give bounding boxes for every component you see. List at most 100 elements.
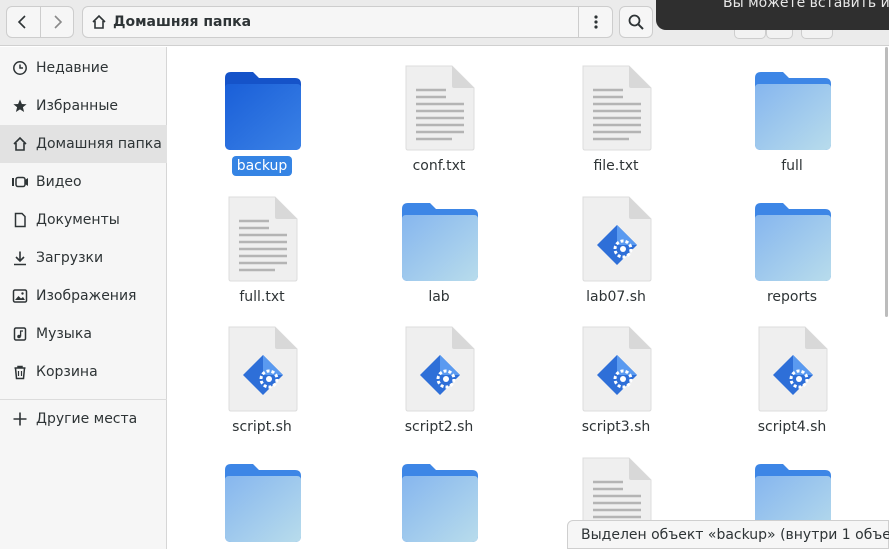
scrollbar[interactable] xyxy=(885,47,888,317)
back-button[interactable] xyxy=(7,7,40,37)
view-toggle-button[interactable] xyxy=(766,30,793,39)
script-file-icon xyxy=(223,325,303,413)
sidebar-item-documents[interactable]: Документы xyxy=(0,201,167,239)
sidebar-item-pictures[interactable]: Изображения xyxy=(0,277,167,315)
script-file-icon xyxy=(400,325,480,413)
file-item[interactable]: script.sh xyxy=(187,311,337,441)
notification-text: Вы можете вставить изоб xyxy=(723,0,889,11)
sidebar-item-other-places[interactable]: Другие места xyxy=(0,400,167,438)
text-file-icon xyxy=(577,64,657,152)
file-name: backup xyxy=(231,156,293,176)
star-icon xyxy=(10,96,30,116)
sidebar-item-home[interactable]: Домашняя папка xyxy=(0,125,167,163)
file-item[interactable]: script4.sh xyxy=(717,311,867,441)
file-name: reports xyxy=(766,289,818,305)
file-name-label: reports xyxy=(717,289,867,305)
home-icon xyxy=(92,14,106,29)
file-name: lab07.sh xyxy=(586,289,646,305)
path-home-button[interactable]: Домашняя папка xyxy=(83,7,578,37)
path-bar: Домашняя папка xyxy=(82,6,613,38)
sidebar-item-label: Документы xyxy=(36,212,120,228)
plus-icon xyxy=(10,409,30,429)
script-file-icon xyxy=(753,325,833,413)
file-name-label: lab07.sh xyxy=(541,289,691,305)
sidebar-item-starred[interactable]: Избранные xyxy=(0,87,167,125)
nav-buttons xyxy=(6,6,74,38)
video-icon xyxy=(10,172,30,192)
download-icon xyxy=(10,248,30,268)
file-item[interactable]: script2.sh xyxy=(364,311,514,441)
path-menu-button[interactable] xyxy=(578,7,612,37)
file-name: script4.sh xyxy=(757,419,827,435)
file-name: file.txt xyxy=(593,158,639,174)
sidebar-item-label: Корзина xyxy=(36,364,98,380)
music-icon xyxy=(10,324,30,344)
view-options-button[interactable] xyxy=(734,30,766,39)
main-menu-button[interactable] xyxy=(801,30,833,39)
script-file-icon xyxy=(577,195,657,283)
file-name-label: script4.sh xyxy=(717,419,867,435)
search-icon xyxy=(628,14,644,30)
file-item[interactable]: file.txt xyxy=(541,50,691,180)
notification-popup: Вы можете вставить изоб xyxy=(656,0,889,30)
sidebar-item-label: Недавние xyxy=(36,60,109,76)
folder-icon xyxy=(223,64,303,152)
sidebar-item-music[interactable]: Музыка xyxy=(0,315,167,353)
script-file-icon xyxy=(577,325,657,413)
file-name: script3.sh xyxy=(581,419,651,435)
file-name: full.txt xyxy=(239,289,285,305)
home-icon xyxy=(10,134,30,154)
file-item[interactable]: lab07.sh xyxy=(541,181,691,311)
sidebar-item-trash[interactable]: Корзина xyxy=(0,353,167,391)
status-text: Выделен объект «backup» (внутри 1 объект… xyxy=(581,526,889,543)
file-name-label: script2.sh xyxy=(364,419,514,435)
file-name-label: file.txt xyxy=(541,158,691,174)
text-file-icon xyxy=(400,64,480,152)
file-name-label: script.sh xyxy=(187,419,337,435)
file-name: lab xyxy=(428,289,450,305)
file-name: script2.sh xyxy=(404,419,474,435)
sidebar-item-label: Избранные xyxy=(36,98,118,114)
folder-item[interactable]: lab xyxy=(364,181,514,311)
folder-item[interactable]: backup xyxy=(187,50,337,180)
file-name-label: lab xyxy=(364,289,514,305)
sidebar-item-label: Видео xyxy=(36,174,82,190)
sidebar: Недавние Избранные Домашняя папка Видео … xyxy=(0,47,167,549)
forward-button[interactable] xyxy=(39,7,73,37)
sidebar-item-recent[interactable]: Недавние xyxy=(0,49,167,87)
folder-icon xyxy=(223,456,303,544)
folder-item[interactable]: reports xyxy=(717,181,867,311)
image-icon xyxy=(10,286,30,306)
file-item[interactable]: script3.sh xyxy=(541,311,691,441)
sidebar-item-label: Другие места xyxy=(36,411,138,427)
file-name: full xyxy=(781,158,803,174)
file-name-label: full.txt xyxy=(187,289,337,305)
file-name: conf.txt xyxy=(412,158,466,174)
kebab-menu-icon xyxy=(593,15,598,29)
file-name-label: script3.sh xyxy=(541,419,691,435)
file-grid: backup conf.txt file.txt full full.txt lab lab… xyxy=(168,47,889,549)
folder-icon xyxy=(753,195,833,283)
text-file-icon xyxy=(223,195,303,283)
folder-item[interactable] xyxy=(364,442,514,549)
folder-icon xyxy=(400,195,480,283)
folder-item[interactable]: full xyxy=(717,50,867,180)
sidebar-item-videos[interactable]: Видео xyxy=(0,163,167,201)
sidebar-item-label: Изображения xyxy=(36,288,137,304)
location-label: Домашняя папка xyxy=(113,14,252,30)
file-name-label: conf.txt xyxy=(364,158,514,174)
trash-icon xyxy=(10,362,30,382)
file-item[interactable]: full.txt xyxy=(187,181,337,311)
file-item[interactable]: conf.txt xyxy=(364,50,514,180)
sidebar-item-downloads[interactable]: Загрузки xyxy=(0,239,167,277)
folder-item[interactable] xyxy=(187,442,337,549)
search-button[interactable] xyxy=(619,6,653,38)
chevron-right-icon xyxy=(54,15,63,29)
document-icon xyxy=(10,210,30,230)
sidebar-item-label: Домашняя папка xyxy=(36,136,162,152)
header-bar: Домашняя папка Вы можете вставить изоб xyxy=(0,0,889,46)
file-name-label: full xyxy=(717,158,867,174)
folder-icon xyxy=(400,456,480,544)
clock-icon xyxy=(10,58,30,78)
folder-icon xyxy=(753,64,833,152)
